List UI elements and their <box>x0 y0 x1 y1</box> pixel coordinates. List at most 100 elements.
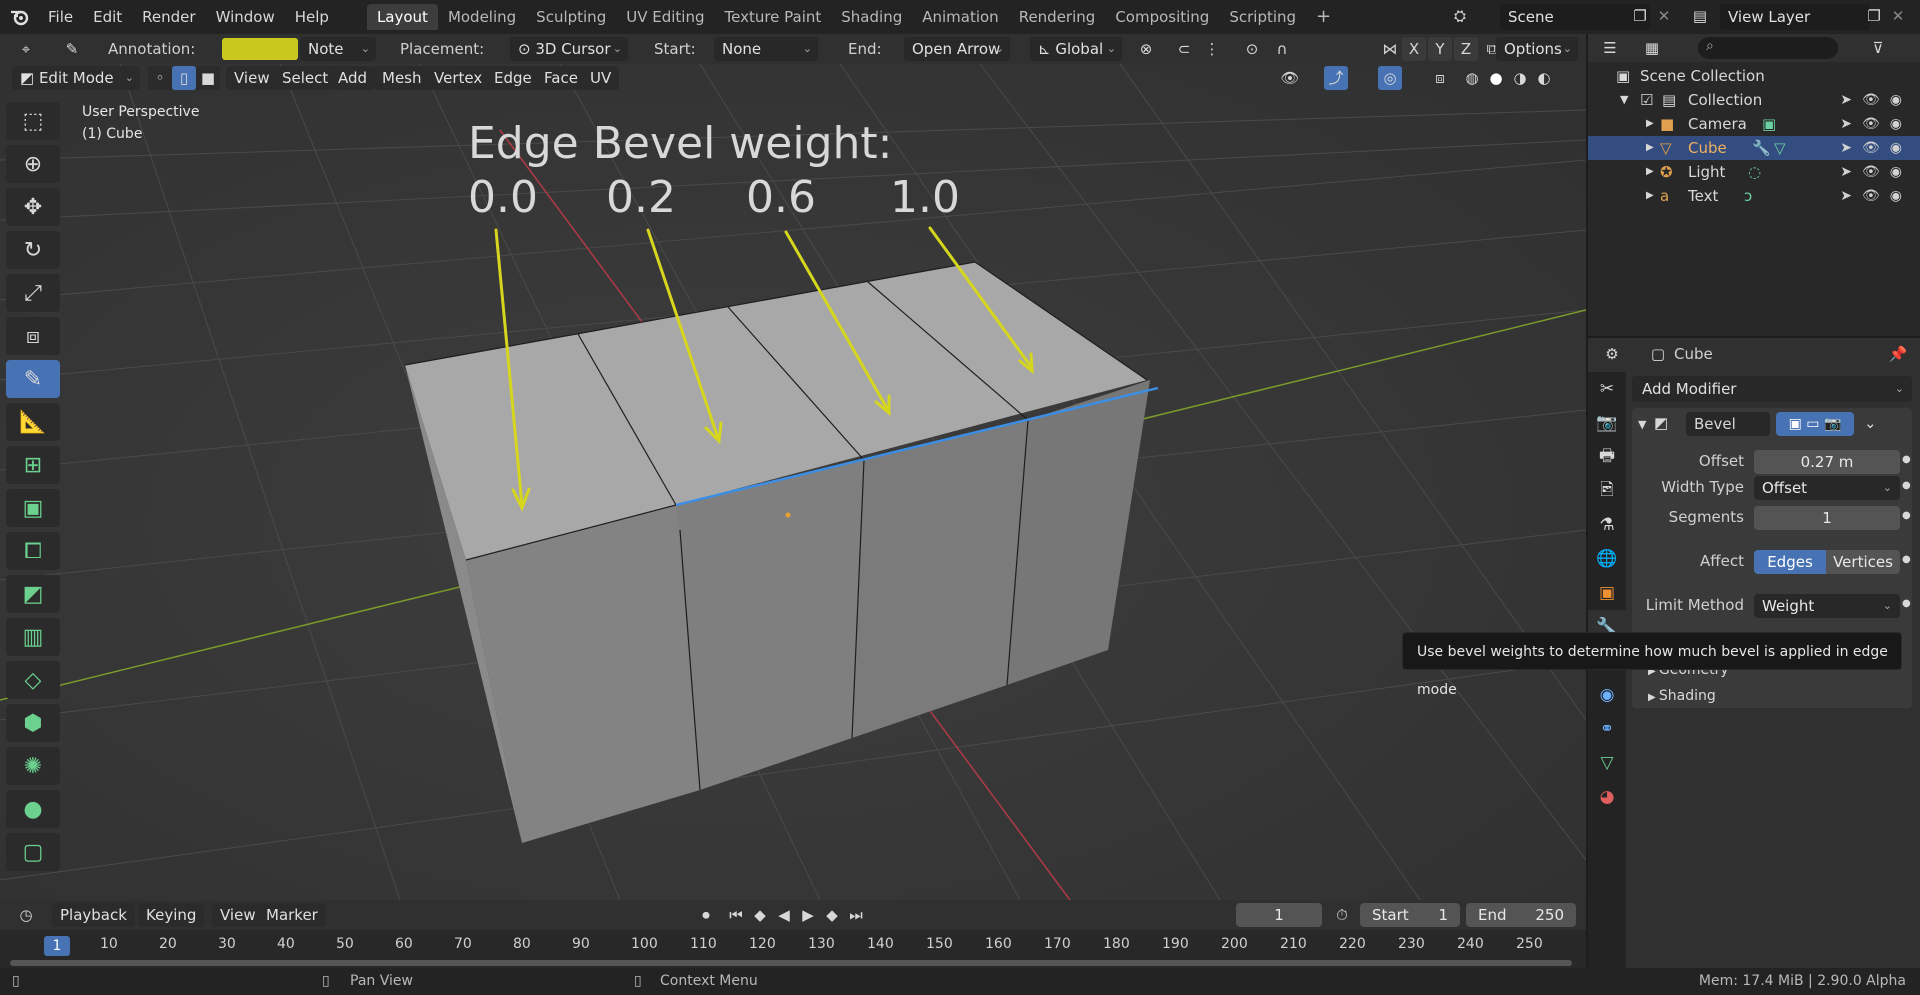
constraints-tab-icon[interactable]: ⚭ <box>1588 712 1626 746</box>
new-scene-icon[interactable]: ❐ <box>1628 4 1652 28</box>
tab-texture-paint[interactable]: Texture Paint <box>714 4 831 30</box>
xray-icon[interactable]: ⧈ <box>1428 66 1452 90</box>
tab-shading[interactable]: Shading <box>831 4 912 30</box>
menu-keying[interactable]: Keying <box>138 903 205 927</box>
restrict-icons[interactable]: ➤👁◉ <box>1840 160 1912 184</box>
outliner-item-camera[interactable]: ▶ ■ Camera ▣ ➤👁◉ <box>1588 112 1920 136</box>
menu-render[interactable]: Render <box>132 0 205 34</box>
modifier-name-field[interactable]: Bevel <box>1686 412 1770 436</box>
render-tab-icon[interactable]: 📷 <box>1588 406 1626 440</box>
tab-layout[interactable]: Layout <box>366 4 438 30</box>
affect-vertices-button[interactable]: Vertices <box>1826 550 1900 574</box>
tab-compositing[interactable]: Compositing <box>1105 4 1219 30</box>
start-frame-field[interactable]: Start 1 <box>1360 903 1460 927</box>
timeline-editor-icon[interactable]: ◷ <box>14 903 38 927</box>
restrict-icons[interactable]: ➤👁◉ <box>1840 184 1912 208</box>
shading-subpanel[interactable]: ▶ Shading <box>1648 688 1716 704</box>
limit-method-dropdown[interactable]: Weight ⌄ <box>1754 594 1900 618</box>
outliner-collection[interactable]: ▼ ☑ ▤ Collection ➤👁◉ <box>1588 88 1920 112</box>
outliner-item-text[interactable]: ▶ a Text ɔ ➤👁◉ <box>1588 184 1920 208</box>
menu-face[interactable]: Face <box>536 66 586 90</box>
snap-magnet-icon[interactable]: ⊂ <box>1172 37 1196 61</box>
annotation-color-swatch[interactable] <box>222 38 298 60</box>
add-workspace-icon[interactable]: + <box>1306 4 1341 30</box>
expand-icon[interactable]: ▶ <box>1646 184 1654 208</box>
edge-select-icon[interactable]: ▯ <box>172 66 196 90</box>
checkbox-icon[interactable]: ☑ <box>1640 88 1653 112</box>
add-cube-tool-icon[interactable]: ⊞ <box>6 446 60 484</box>
timeline-scrollbar[interactable] <box>10 960 1572 966</box>
mode-dropdown[interactable]: ◩ Edit Mode ⌄ <box>12 66 140 90</box>
start-style-dropdown[interactable]: None ⌄ <box>714 37 818 61</box>
collapse-icon[interactable]: ▼ <box>1620 88 1628 112</box>
transform-tool-icon[interactable]: ⧈ <box>6 317 60 355</box>
width-type-dropdown[interactable]: Offset ⌄ <box>1754 476 1900 500</box>
current-frame-field[interactable]: 1 <box>1236 903 1322 927</box>
add-modifier-dropdown[interactable]: Add Modifier ⌄ <box>1632 376 1912 402</box>
segments-field[interactable]: 1 <box>1754 506 1900 530</box>
tab-uv-editing[interactable]: UV Editing <box>616 4 714 30</box>
material-shading-icon[interactable]: ◑ <box>1508 66 1532 90</box>
restrict-icons[interactable]: ➤👁◉ <box>1840 112 1912 136</box>
spin-tool-icon[interactable]: ✺ <box>6 747 60 785</box>
keyframe-dot-icon[interactable]: ● <box>1902 480 1911 491</box>
select-box-tool-icon[interactable]: ⬚ <box>6 102 60 140</box>
scene-icon[interactable]: ⛭ <box>1448 4 1472 28</box>
menu-file[interactable]: File <box>38 0 83 34</box>
mirror-icon[interactable]: ⋈ <box>1378 37 1402 61</box>
properties-editor-icon[interactable]: ⚙ <box>1600 342 1624 366</box>
axis-z-toggle[interactable]: Z <box>1454 37 1478 61</box>
offset-field[interactable]: 0.27 m <box>1754 450 1900 474</box>
menu-mesh[interactable]: Mesh <box>374 66 430 90</box>
loop-cut-tool-icon[interactable]: ▥ <box>6 618 60 656</box>
new-view-layer-icon[interactable]: ❐ <box>1862 4 1886 28</box>
wireframe-shading-icon[interactable]: ◍ <box>1460 66 1484 90</box>
falloff-icon[interactable]: ∩ <box>1270 37 1294 61</box>
menu-edit[interactable]: Edit <box>83 0 132 34</box>
delete-scene-icon[interactable]: ✕ <box>1652 4 1676 28</box>
view-layer-tab-icon[interactable]: 🖻 <box>1588 474 1626 508</box>
menu-help[interactable]: Help <box>285 0 339 34</box>
visibility-icon[interactable]: 👁 <box>1278 66 1302 90</box>
editor-type-icon[interactable]: ⌖ <box>14 37 38 61</box>
cursor-tool-icon[interactable]: ⊕ <box>6 145 60 183</box>
annotate-tool-icon[interactable]: ✎ <box>6 360 60 398</box>
bevel-tool-icon[interactable]: ◩ <box>6 575 60 613</box>
3d-viewport[interactable]: User Perspective (1) Cube Edge Bevel wei… <box>0 64 1586 900</box>
keyframe-dot-icon[interactable]: ● <box>1902 510 1911 521</box>
poly-build-tool-icon[interactable]: ⬢ <box>6 704 60 742</box>
inset-tool-icon[interactable]: ⧠ <box>6 532 60 570</box>
proportional-edit-icon[interactable]: ⊙ <box>1240 37 1264 61</box>
play-icon[interactable]: ▶ <box>796 903 820 927</box>
tab-rendering[interactable]: Rendering <box>1009 4 1106 30</box>
play-reverse-icon[interactable]: ◀ <box>772 903 796 927</box>
smooth-tool-icon[interactable]: ● <box>6 790 60 828</box>
keyframe-dot-icon[interactable]: ● <box>1902 454 1911 465</box>
material-tab-icon[interactable]: ◕ <box>1588 780 1626 814</box>
keyframe-dot-icon[interactable]: ● <box>1902 554 1911 565</box>
expand-icon[interactable]: ▶ <box>1646 160 1654 184</box>
outliner-item-light[interactable]: ▶ ✪ Light ◌ ➤👁◉ <box>1588 160 1920 184</box>
outliner-editor-icon[interactable]: ☰ <box>1598 36 1622 60</box>
options-dropdown[interactable]: Options ⌄ <box>1496 37 1578 61</box>
pivot-icon[interactable]: ⊗ <box>1134 37 1158 61</box>
object-tab-icon[interactable]: ▣ <box>1588 576 1626 610</box>
tab-sculpting[interactable]: Sculpting <box>526 4 616 30</box>
end-style-dropdown[interactable]: Open Arrow ⌄ <box>904 37 1010 61</box>
blender-logo-icon[interactable] <box>0 0 38 34</box>
menu-timeline-view[interactable]: View <box>212 903 264 927</box>
view-layer-selector[interactable]: View Layer <box>1720 4 1870 30</box>
menu-select[interactable]: Select <box>274 66 337 90</box>
overlay-icon[interactable]: ◎ <box>1378 66 1402 90</box>
affect-edges-button[interactable]: Edges <box>1754 550 1826 574</box>
display-mode-icon[interactable]: ▦ <box>1640 36 1664 60</box>
annotation-layer-dropdown[interactable]: Note ⌄ <box>300 37 376 61</box>
expand-icon[interactable]: ▶ <box>1646 112 1654 136</box>
tab-modeling[interactable]: Modeling <box>438 4 526 30</box>
jump-start-icon[interactable]: ⏮ <box>724 903 748 927</box>
pin-icon[interactable]: 📌 <box>1886 342 1910 366</box>
move-tool-icon[interactable]: ✥ <box>6 188 60 226</box>
menu-edge[interactable]: Edge <box>486 66 540 90</box>
output-tab-icon[interactable]: 🖶 <box>1588 440 1626 474</box>
tool-tab-icon[interactable]: ✂ <box>1588 372 1626 406</box>
